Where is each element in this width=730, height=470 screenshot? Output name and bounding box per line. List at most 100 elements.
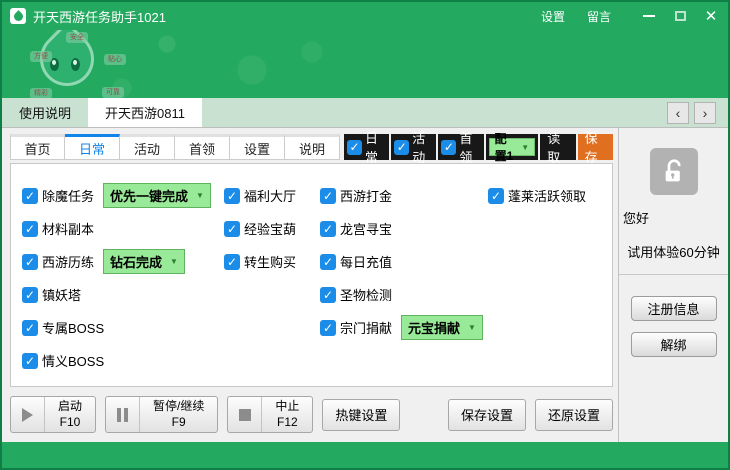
checkbox-check-icon[interactable]: ✓ bbox=[320, 221, 336, 237]
subtab[interactable]: 说明 bbox=[285, 134, 340, 160]
minimize-button[interactable] bbox=[642, 9, 656, 23]
window-tab[interactable]: 使用说明 bbox=[2, 98, 88, 127]
task-checkbox[interactable]: ✓ 情义BOSS bbox=[22, 351, 224, 370]
start-button[interactable]: 启动 F10 bbox=[10, 396, 96, 433]
task-checkbox[interactable]: ✓ 蓬莱活跃领取 bbox=[488, 186, 606, 205]
save-settings-button[interactable]: 保存设置 bbox=[448, 399, 526, 431]
greeting-text: 您好 bbox=[623, 208, 649, 227]
task-panel: ✓ 除魔任务 优先一键完成 ▼ ✓ 福利大厅 bbox=[10, 163, 613, 387]
task-checkbox[interactable]: ✓ 专属BOSS bbox=[22, 318, 224, 337]
checkbox-check-icon[interactable]: ✓ bbox=[22, 254, 38, 270]
subtab[interactable]: 首领 bbox=[175, 134, 230, 160]
header-bubble-label: 贴心 bbox=[104, 54, 126, 65]
checkbox-check-icon[interactable]: ✓ bbox=[224, 254, 240, 270]
unlock-icon bbox=[650, 148, 698, 195]
checkbox-check-icon[interactable]: ✓ bbox=[441, 140, 456, 155]
checkbox-check-icon[interactable]: ✓ bbox=[224, 188, 240, 204]
task-label: 镇妖塔 bbox=[42, 285, 81, 304]
task-option-dropdown[interactable]: 钻石完成 ▼ bbox=[103, 249, 185, 274]
checkbox-check-icon[interactable]: ✓ bbox=[320, 320, 336, 336]
task-checkbox[interactable]: ✓ 福利大厅 bbox=[224, 186, 320, 205]
profile-select-value: 配置1 bbox=[495, 130, 516, 164]
task-checkbox[interactable]: ✓ 圣物检测 bbox=[320, 285, 488, 304]
hotkey-settings-button[interactable]: 热键设置 bbox=[322, 399, 400, 431]
checkbox-check-icon[interactable]: ✓ bbox=[22, 221, 38, 237]
sidebar-divider bbox=[619, 274, 728, 275]
tab-scroll-right-button[interactable]: › bbox=[694, 102, 716, 124]
chevron-right-icon: › bbox=[703, 106, 708, 120]
checkbox-check-icon[interactable]: ✓ bbox=[320, 254, 336, 270]
titlebar-menu: 设置 留言 bbox=[541, 8, 611, 25]
header-bubble-label: 方便 bbox=[30, 51, 52, 62]
titlebar-menu-item[interactable]: 留言 bbox=[587, 8, 611, 25]
task-checkbox[interactable]: ✓ 西游历练 钻石完成 ▼ bbox=[22, 249, 224, 274]
checkbox-check-icon[interactable]: ✓ bbox=[224, 221, 240, 237]
toolbar-check-chip[interactable]: ✓ 活动 bbox=[391, 134, 436, 160]
task-page: 首页 日常 活动 首领 设置 说明 ✓ 日常 bbox=[2, 128, 619, 442]
profile-select[interactable]: 配置1 ▼ bbox=[486, 134, 539, 160]
subtab[interactable]: 日常 bbox=[65, 134, 120, 160]
trial-status-text: 试用体验60分钟 bbox=[627, 242, 719, 261]
task-checkbox[interactable]: ✓ 除魔任务 优先一键完成 ▼ bbox=[22, 183, 224, 208]
task-checkbox[interactable]: ✓ 转生购买 bbox=[224, 252, 320, 271]
subtab[interactable]: 首页 bbox=[10, 134, 65, 160]
register-info-button[interactable]: 注册信息 bbox=[631, 296, 717, 321]
task-checkbox[interactable]: ✓ 经验宝葫 bbox=[224, 219, 320, 238]
toolbar-check-chip[interactable]: ✓ 首领 bbox=[438, 134, 483, 160]
restore-settings-button[interactable]: 还原设置 bbox=[535, 399, 613, 431]
stop-icon bbox=[239, 409, 251, 421]
tab-scroll-controls: ‹ › bbox=[667, 98, 728, 127]
task-checkbox[interactable]: ✓ 镇妖塔 bbox=[22, 285, 224, 304]
main-area: 首页 日常 活动 首领 设置 说明 ✓ 日常 bbox=[2, 128, 728, 442]
task-checkbox[interactable]: ✓ 材料副本 bbox=[22, 219, 224, 238]
task-checkbox[interactable]: ✓ 宗门捐献 元宝捐献 ▼ bbox=[320, 315, 488, 340]
checkbox-check-icon[interactable]: ✓ bbox=[320, 188, 336, 204]
read-config-button[interactable]: 读取 bbox=[540, 134, 575, 160]
task-option-dropdown[interactable]: 优先一键完成 ▼ bbox=[103, 183, 211, 208]
task-checkbox[interactable]: ✓ 西游打金 bbox=[320, 186, 488, 205]
checkbox-check-icon[interactable]: ✓ bbox=[320, 287, 336, 303]
checkbox-check-icon[interactable]: ✓ bbox=[22, 188, 38, 204]
checkbox-check-icon[interactable]: ✓ bbox=[394, 140, 409, 155]
subtab[interactable]: 活动 bbox=[120, 134, 175, 160]
stop-button[interactable]: 中止 F12 bbox=[227, 396, 313, 433]
task-label: 蓬莱活跃领取 bbox=[508, 186, 586, 205]
control-bar: 启动 F10 暂停/继续 F9 中止 F12 bbox=[10, 396, 613, 433]
chevron-left-icon: ‹ bbox=[676, 106, 681, 120]
task-label: 每日充值 bbox=[340, 252, 392, 271]
subtab[interactable]: 设置 bbox=[230, 134, 285, 160]
titlebar-menu-item[interactable]: 设置 bbox=[541, 8, 565, 25]
footer-bar bbox=[2, 442, 728, 468]
subtab-bar: 首页 日常 活动 首领 设置 说明 ✓ 日常 bbox=[10, 134, 613, 160]
task-label: 西游打金 bbox=[340, 186, 392, 205]
checkbox-check-icon[interactable]: ✓ bbox=[22, 287, 38, 303]
checkbox-check-icon[interactable]: ✓ bbox=[22, 353, 38, 369]
maximize-button[interactable] bbox=[673, 9, 687, 23]
window-tab[interactable]: 开天西游0811 bbox=[88, 98, 202, 127]
checkbox-check-icon[interactable]: ✓ bbox=[22, 320, 38, 336]
task-option-dropdown[interactable]: 元宝捐献 ▼ bbox=[401, 315, 483, 340]
unbind-button[interactable]: 解绑 bbox=[631, 332, 717, 357]
close-icon: ✕ bbox=[705, 9, 718, 24]
play-icon bbox=[22, 408, 33, 422]
start-hotkey: F10 bbox=[60, 415, 81, 431]
save-config-button[interactable]: 保存 bbox=[578, 134, 613, 160]
task-label: 圣物检测 bbox=[340, 285, 392, 304]
task-label: 材料副本 bbox=[42, 219, 94, 238]
tab-scroll-left-button[interactable]: ‹ bbox=[667, 102, 689, 124]
minimize-icon bbox=[643, 15, 655, 17]
task-checkbox[interactable]: ✓ 龙宫寻宝 bbox=[320, 219, 488, 238]
task-grid: ✓ 除魔任务 优先一键完成 ▼ ✓ 福利大厅 bbox=[22, 179, 606, 377]
mascot-eye-icon bbox=[71, 58, 80, 71]
close-button[interactable]: ✕ bbox=[704, 9, 718, 23]
header-bubble-label: 精彩 bbox=[30, 88, 52, 98]
task-checkbox[interactable]: ✓ 每日充值 bbox=[320, 252, 488, 271]
pause-hotkey: F9 bbox=[172, 415, 186, 431]
checkbox-check-icon[interactable]: ✓ bbox=[347, 140, 362, 155]
checkbox-check-icon[interactable]: ✓ bbox=[488, 188, 504, 204]
pause-resume-button[interactable]: 暂停/继续 F9 bbox=[105, 396, 218, 433]
task-label: 福利大厅 bbox=[244, 186, 296, 205]
task-label: 除魔任务 bbox=[42, 186, 94, 205]
header-bubble-label: 安全 bbox=[66, 32, 88, 43]
toolbar-check-chip[interactable]: ✓ 日常 bbox=[344, 134, 389, 160]
